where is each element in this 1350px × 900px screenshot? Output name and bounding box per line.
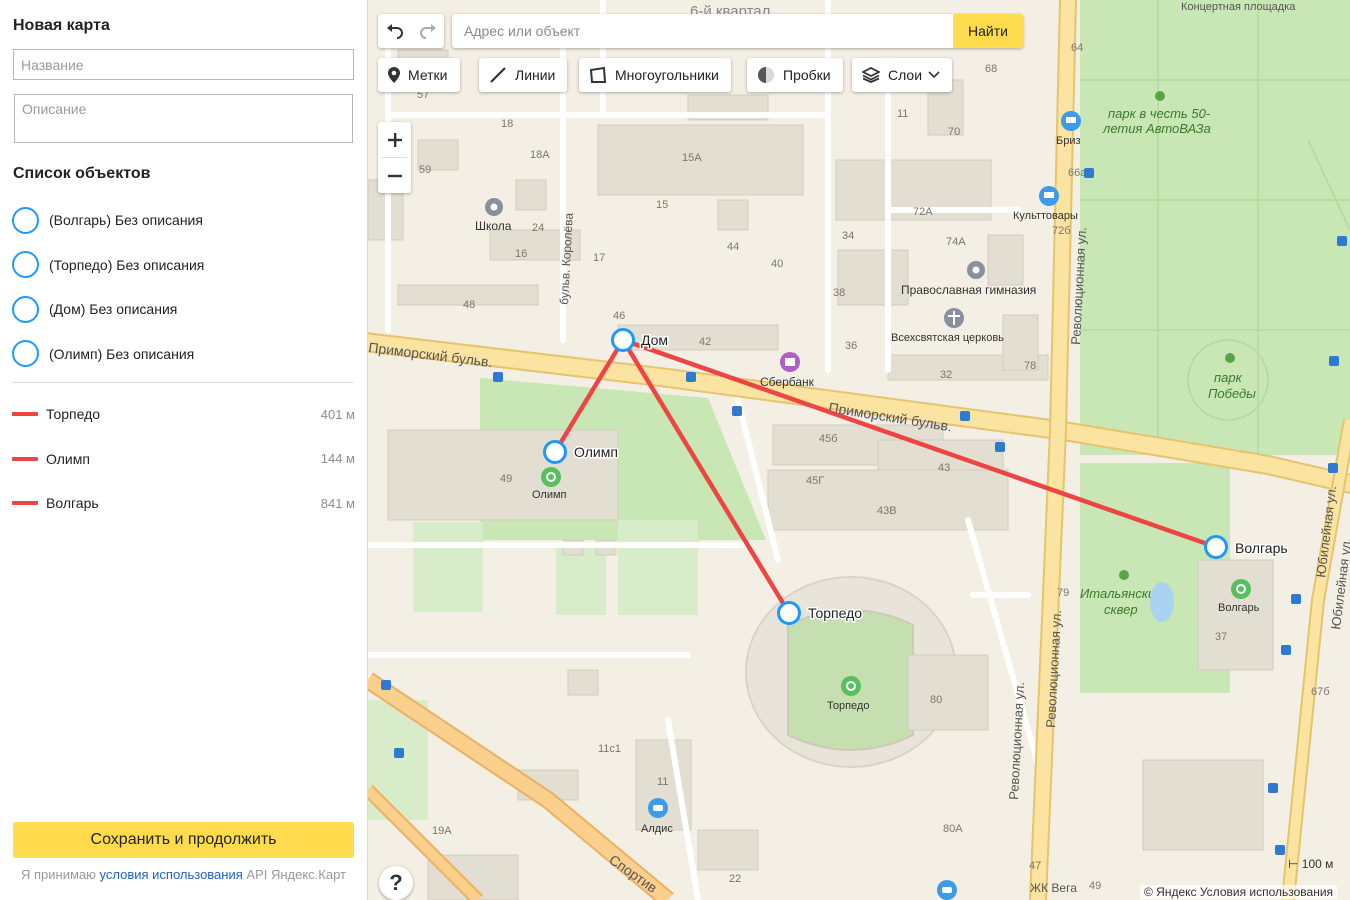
stadium-field	[787, 609, 914, 751]
placemark-icon	[388, 67, 400, 83]
object-label: (Олимп) Без описания	[49, 345, 195, 362]
list-item[interactable]: (Олимп) Без описания	[12, 332, 357, 377]
minus-icon	[387, 174, 402, 177]
park-area	[413, 522, 483, 612]
scale-bar-icon: ⊢	[1288, 857, 1299, 871]
save-and-continue-button[interactable]: Сохранить и продолжить	[13, 822, 354, 858]
tool-label: Многоугольники	[615, 67, 719, 83]
terms-link[interactable]: условия использования	[100, 867, 243, 882]
map-name-input[interactable]	[13, 49, 354, 80]
terms-text: Я принимаю условия использования API Янд…	[13, 866, 354, 883]
question-icon: ?	[389, 870, 403, 895]
list-item[interactable]: Торпедо 401 м	[12, 392, 355, 437]
redo-icon	[419, 24, 436, 39]
tool-traffic-button[interactable]: Пробки	[747, 58, 843, 92]
traffic-icon	[758, 67, 774, 83]
list-item[interactable]: Волгарь 841 м	[12, 481, 355, 526]
object-label: (Торпедо) Без описания	[49, 256, 205, 273]
tool-label: Линии	[515, 67, 556, 83]
line-label: Торпедо	[46, 406, 101, 423]
line-distance: 144 м	[320, 451, 355, 467]
tool-label: Слои	[888, 67, 923, 83]
undo-button[interactable]	[378, 14, 411, 48]
terms-prefix: Я принимаю	[21, 867, 100, 882]
lines-list: Торпедо 401 м Олимп 144 м Волгарь 841 м	[12, 392, 355, 526]
search-box: Найти	[452, 14, 1023, 48]
undo-icon	[386, 24, 403, 39]
layers-icon	[862, 67, 880, 83]
line-distance: 841 м	[320, 495, 355, 511]
map-canvas[interactable]: Приморский бульв. Приморский бульв. буль…	[368, 0, 1350, 900]
tool-lines-button[interactable]: Линии	[479, 58, 568, 92]
line-swatch-icon	[12, 456, 38, 461]
list-item[interactable]: (Торпедо) Без описания	[12, 243, 357, 288]
object-label: (Дом) Без описания	[49, 301, 178, 318]
tool-label: Метки	[408, 67, 448, 83]
sidebar: Новая карта Список объектов (Волгарь) Бе…	[0, 0, 368, 900]
circle-placemark-icon	[12, 206, 39, 234]
zoom-in-button[interactable]	[378, 122, 411, 157]
redo-button[interactable]	[411, 14, 444, 48]
list-item[interactable]: (Дом) Без описания	[12, 287, 357, 332]
chevron-down-icon	[928, 71, 940, 79]
park-area	[1080, 0, 1350, 455]
zoom-control	[378, 122, 411, 193]
tool-polygons-button[interactable]: Многоугольники	[579, 58, 731, 92]
line-icon	[490, 67, 506, 83]
object-label: (Волгарь) Без описания	[49, 212, 203, 229]
objects-list: (Волгарь) Без описания (Торпедо) Без опи…	[12, 198, 357, 376]
undo-redo-group	[378, 14, 444, 48]
tool-label: Пробки	[783, 67, 831, 83]
objects-list-title: Список объектов	[13, 165, 151, 182]
map-title: Новая карта	[13, 17, 110, 34]
tool-layers-button[interactable]: Слои	[852, 58, 953, 92]
list-item[interactable]: Олимп 144 м	[12, 437, 355, 482]
scale-bar: ⊢ 100 м	[1288, 857, 1333, 871]
divider	[12, 382, 354, 383]
line-label: Волгарь	[46, 495, 99, 512]
tool-placemarks-button[interactable]: Метки	[378, 58, 460, 92]
list-item[interactable]: (Волгарь) Без описания	[12, 198, 357, 243]
circle-placemark-icon	[12, 340, 39, 368]
circle-placemark-icon	[12, 295, 39, 323]
circle-placemark-icon	[12, 251, 39, 279]
line-swatch-icon	[12, 412, 38, 417]
line-distance: 401 м	[320, 406, 355, 422]
copyright: © Яндекс Условия использования	[1140, 885, 1338, 899]
plus-icon	[387, 132, 402, 147]
search-button[interactable]: Найти	[953, 14, 1023, 48]
zoom-out-button[interactable]	[378, 158, 411, 193]
line-label: Олимп	[46, 450, 90, 467]
terms-suffix: API Яндекс.Карт	[242, 867, 346, 882]
polygon-icon	[589, 67, 607, 83]
park-area	[618, 520, 698, 615]
help-button[interactable]: ?	[379, 866, 413, 900]
line-swatch-icon	[12, 501, 38, 506]
scale-label: 100 м	[1301, 857, 1334, 871]
map-description-input[interactable]	[14, 94, 353, 143]
map-tiles	[368, 0, 1350, 900]
search-input[interactable]	[452, 14, 953, 48]
